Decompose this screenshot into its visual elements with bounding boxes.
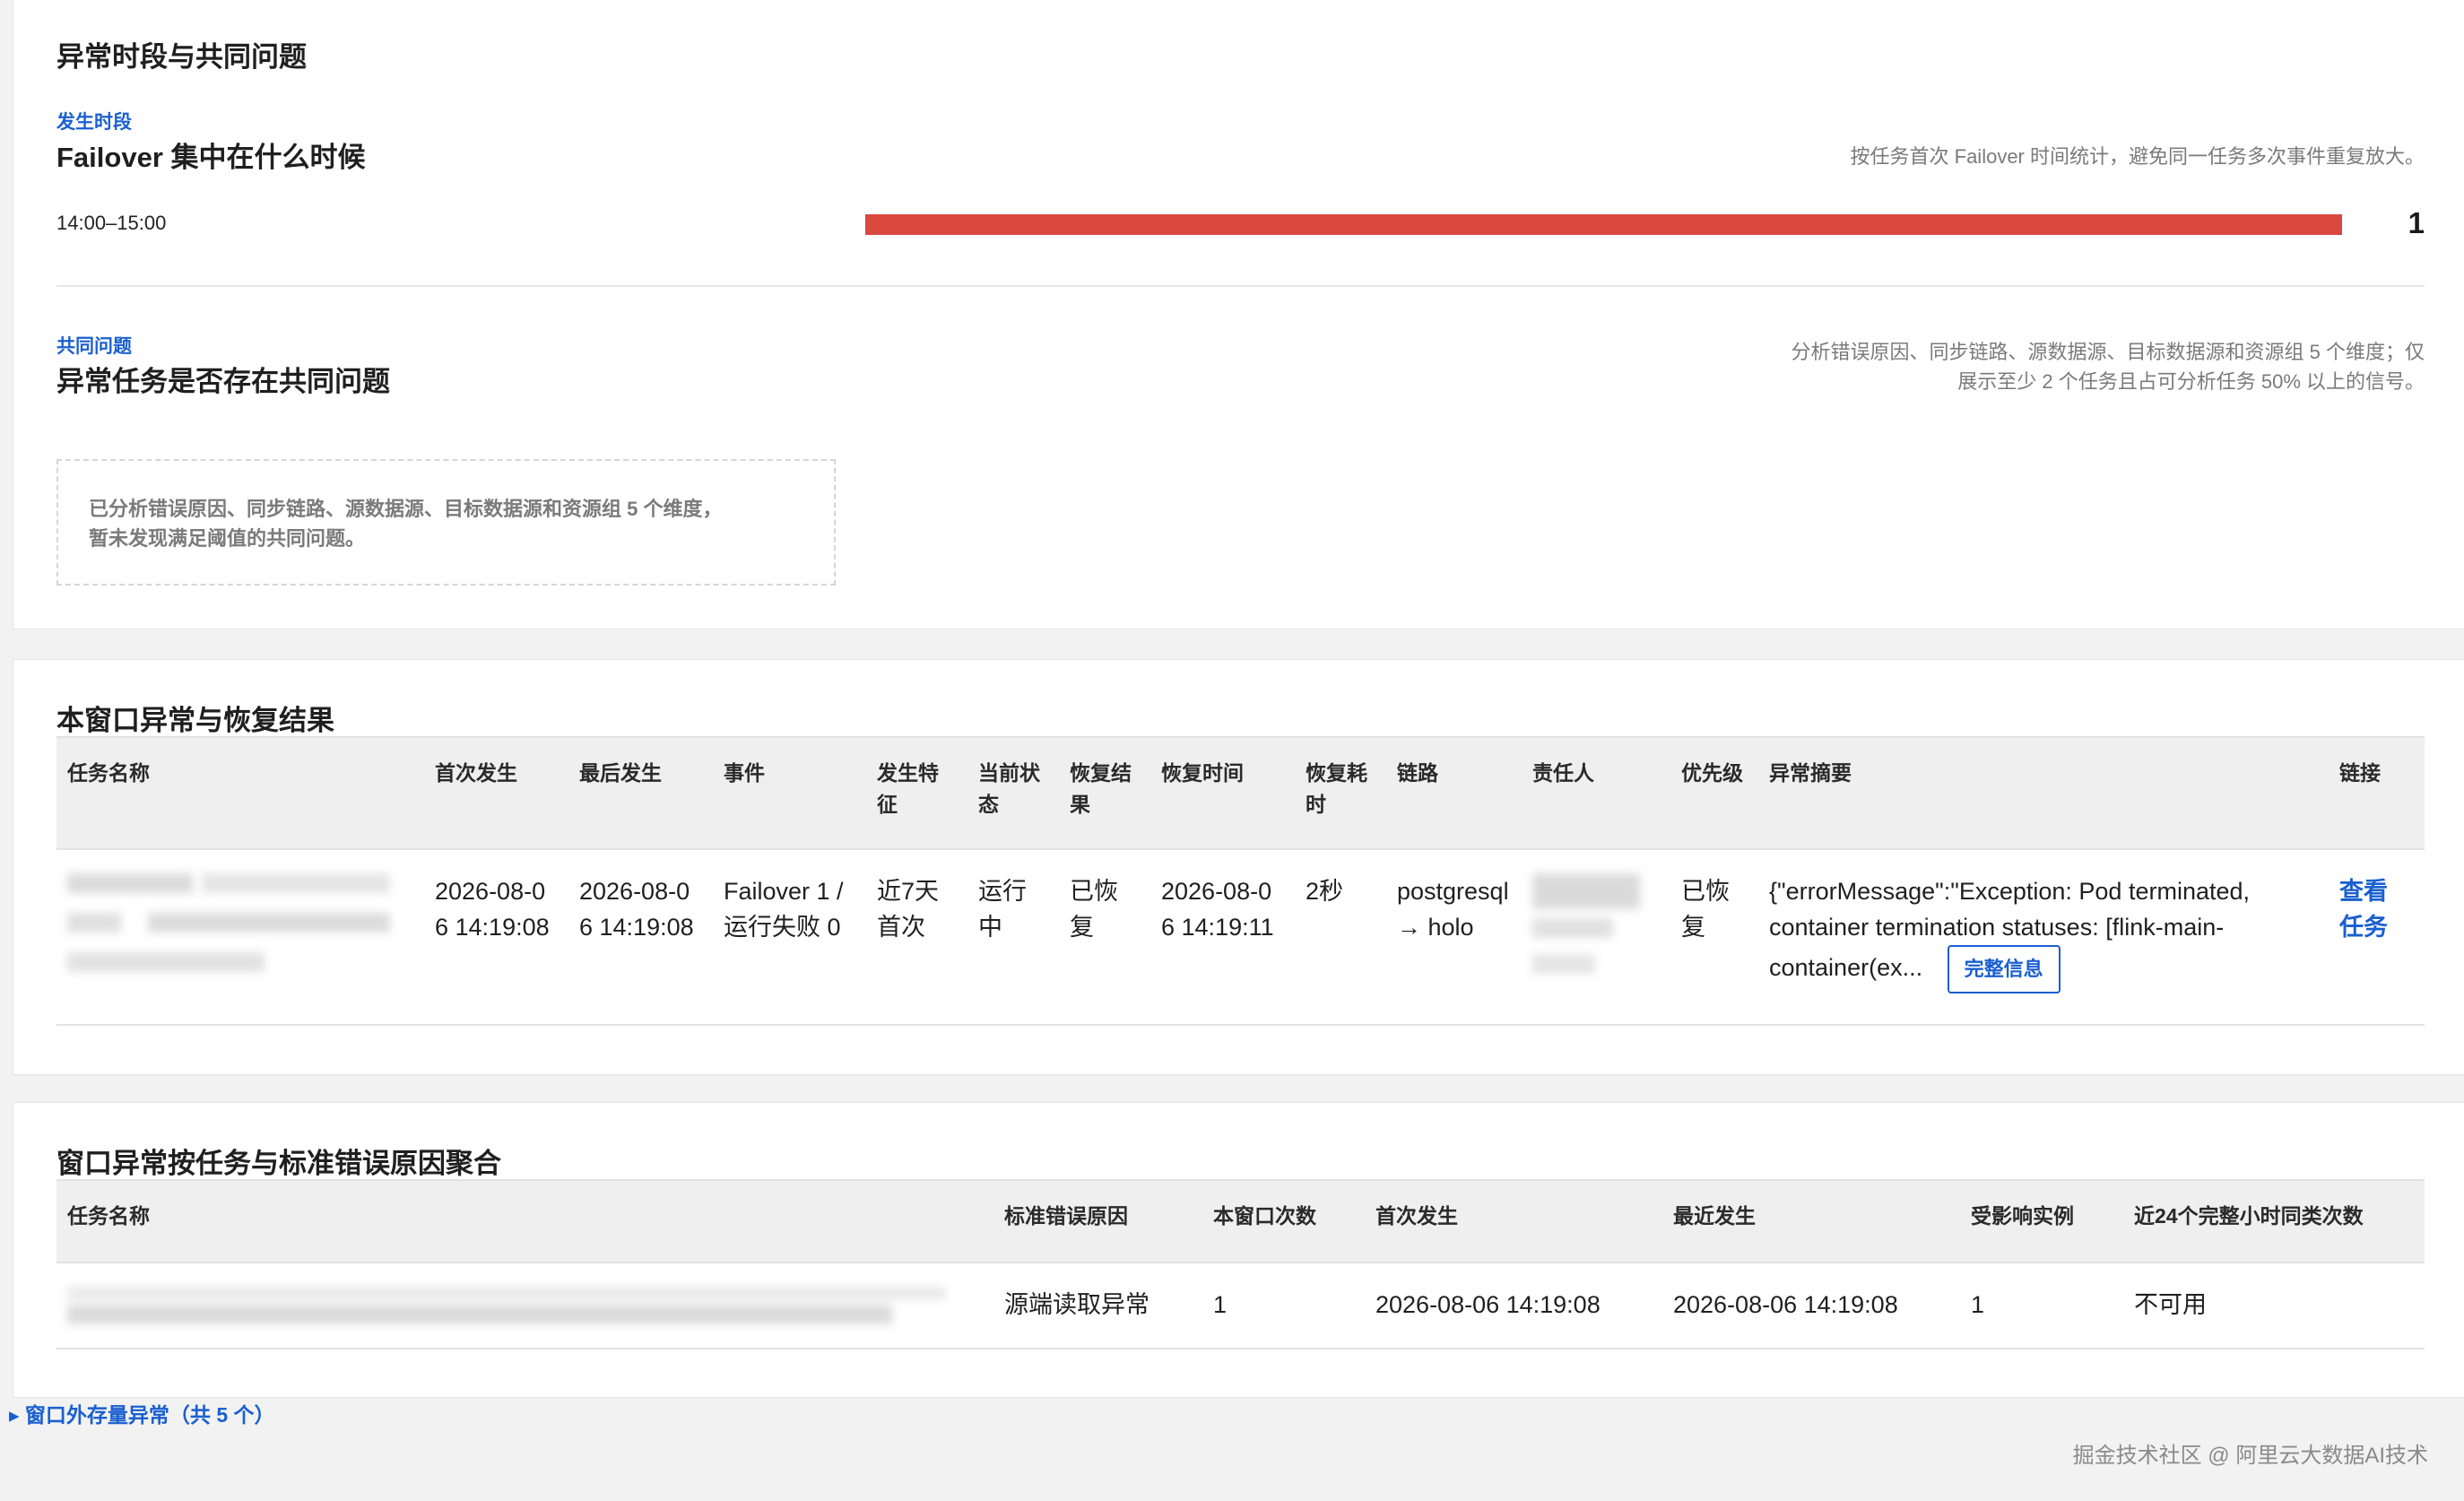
empty-state-box: 已分析错误原因、同步链路、源数据源、目标数据源和资源组 5 个维度， 暂未发现满…	[56, 459, 836, 586]
section-title: 窗口异常按任务与标准错误原因聚合	[56, 1148, 501, 1179]
cell-feature: 近7天首次	[866, 849, 967, 1026]
col-count: 本窗口次数	[1202, 1179, 1365, 1263]
period-bar	[865, 214, 2342, 235]
recovery-results-card: 本窗口异常与恢复结果 任务名称 首次发生 最后发生 事件 发生特征 当前状态 恢…	[13, 659, 2464, 1075]
empty-state-line: 暂未发现满足阈值的共同问题。	[89, 527, 366, 550]
table-row: 2026-08-06 14:19:08 2026-08-06 14:19:08 …	[56, 849, 2425, 1026]
cell-count: 1	[1202, 1262, 1365, 1349]
task-name-redacted	[56, 849, 424, 1026]
col-first: 首次发生	[1365, 1179, 1662, 1263]
table-header-row: 任务名称 标准错误原因 本窗口次数 首次发生 最近发生 受影响实例 近24个完整…	[56, 1179, 2425, 1263]
table-header-row: 任务名称 首次发生 最后发生 事件 发生特征 当前状态 恢复结果 恢复时间 恢复…	[56, 736, 2425, 850]
full-info-button[interactable]: 完整信息	[1947, 945, 2061, 993]
col-result: 恢复结果	[1059, 736, 1150, 850]
col-url: 链接	[2329, 736, 2425, 850]
col-link: 链路	[1386, 736, 1522, 850]
col-day-count: 近24个完整小时同类次数	[2123, 1179, 2425, 1263]
common-hint-line: 分析错误原因、同步链路、源数据源、目标数据源和资源组 5 个维度；仅	[1791, 341, 2425, 363]
cell-reason: 源端读取异常	[993, 1262, 1202, 1349]
cell-recover-cost: 2秒	[1295, 849, 1386, 1026]
col-instances: 受影响实例	[1960, 1179, 2123, 1263]
out-of-window-toggle[interactable]: ▸ 窗口外存量异常（共 5 个）	[9, 1398, 275, 1428]
cell-result: 已恢复	[1059, 849, 1150, 1026]
cell-last: 2026-08-06 14:19:08	[568, 849, 713, 1026]
col-task: 任务名称	[56, 1179, 993, 1263]
period-title: Failover 集中在什么时候	[56, 142, 366, 173]
cell-event: Failover 1 / 运行失败 0	[713, 849, 866, 1026]
cell-priority: 已恢复	[1670, 849, 1758, 1026]
col-recent: 最近发生	[1662, 1179, 1960, 1263]
cell-day-count: 不可用	[2123, 1262, 2425, 1349]
col-feature: 发生特征	[866, 736, 967, 850]
col-summary: 异常摘要	[1758, 736, 2329, 850]
aggregation-table: 任务名称 标准错误原因 本窗口次数 首次发生 最近发生 受影响实例 近24个完整…	[56, 1179, 2425, 1349]
period-eyebrow: 发生时段	[56, 112, 132, 133]
view-task-link[interactable]: 查看任务	[2339, 873, 2393, 945]
cell-first: 2026-08-06 14:19:08	[1365, 1262, 1662, 1349]
col-owner: 责任人	[1522, 736, 1670, 850]
task-name-redacted	[56, 1262, 993, 1349]
cell-summary: {"errorMessage":"Exception: Pod terminat…	[1758, 849, 2329, 1026]
cell-recover-time: 2026-08-06 14:19:11	[1150, 849, 1295, 1026]
empty-state-line: 已分析错误原因、同步链路、源数据源、目标数据源和资源组 5 个维度，	[89, 498, 723, 520]
section-title: 异常时段与共同问题	[56, 41, 307, 73]
period-row-label: 14:00–15:00	[56, 212, 167, 234]
col-state: 当前状态	[967, 736, 1059, 850]
col-event: 事件	[713, 736, 866, 850]
aggregation-card: 窗口异常按任务与标准错误原因聚合 任务名称 标准错误原因 本窗口次数 首次发生 …	[13, 1102, 2464, 1398]
cell-recent: 2026-08-06 14:19:08	[1662, 1262, 1960, 1349]
cell-instances: 1	[1960, 1262, 2123, 1349]
divider	[56, 285, 2425, 287]
common-hint: 分析错误原因、同步链路、源数据源、目标数据源和资源组 5 个维度；仅 展示至少 …	[1792, 337, 2425, 396]
table-row: 源端读取异常 1 2026-08-06 14:19:08 2026-08-06 …	[56, 1262, 2425, 1349]
common-hint-line: 展示至少 2 个任务且占可分析任务 50% 以上的信号。	[1957, 370, 2425, 393]
col-first: 首次发生	[424, 736, 568, 850]
col-recover-cost: 恢复耗时	[1295, 736, 1386, 850]
col-recover-time: 恢复时间	[1150, 736, 1295, 850]
anomaly-periods-card: 异常时段与共同问题 发生时段 Failover 集中在什么时候 按任务首次 Fa…	[13, 0, 2464, 629]
redacted-block	[67, 873, 390, 972]
redacted-block	[1532, 873, 1640, 974]
cell-link: postgresql → holo	[1386, 849, 1522, 1026]
section-title: 本窗口异常与恢复结果	[56, 705, 334, 736]
cell-url: 查看任务	[2329, 849, 2425, 1026]
owner-redacted	[1522, 849, 1670, 1026]
redacted-block	[67, 1287, 946, 1324]
period-hint: 按任务首次 Failover 时间统计，避免同一任务多次事件重复放大。	[1850, 145, 2425, 168]
period-bar-fill	[865, 214, 2342, 235]
col-priority: 优先级	[1670, 736, 1758, 850]
cell-state: 运行中	[967, 849, 1059, 1026]
watermark: 掘金技术社区 @ 阿里云大数据AI技术	[2072, 1444, 2428, 1468]
common-title: 异常任务是否存在共同问题	[56, 366, 390, 397]
col-last: 最后发生	[568, 736, 713, 850]
cell-first: 2026-08-06 14:19:08	[424, 849, 568, 1026]
recovery-table: 任务名称 首次发生 最后发生 事件 发生特征 当前状态 恢复结果 恢复时间 恢复…	[56, 736, 2425, 1026]
period-row-count: 1	[2408, 206, 2425, 239]
col-reason: 标准错误原因	[993, 1179, 1202, 1263]
common-eyebrow: 共同问题	[56, 336, 132, 357]
col-task: 任务名称	[56, 736, 424, 850]
